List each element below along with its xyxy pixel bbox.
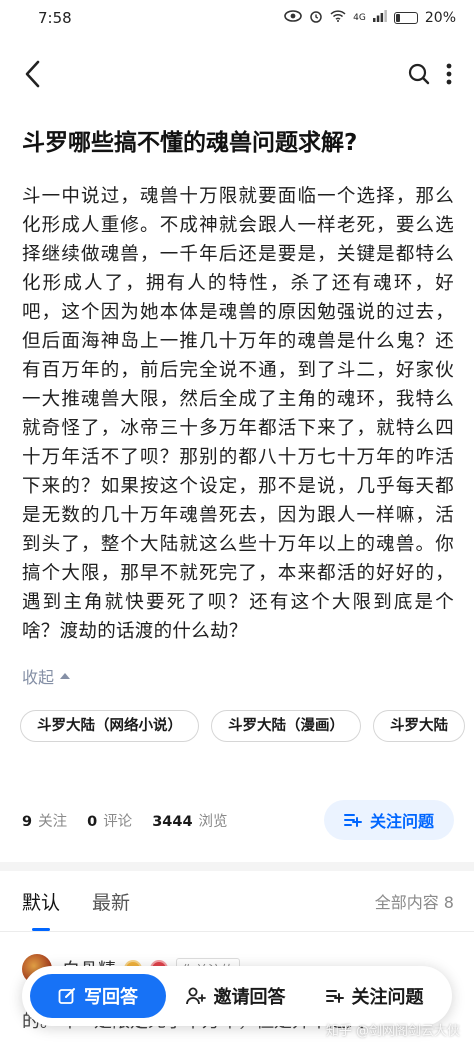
search-button[interactable]	[408, 63, 430, 85]
topic-tags: 斗罗大陆（网络小说） 斗罗大陆（漫画） 斗罗大陆	[0, 688, 474, 742]
write-answer-button[interactable]: 写回答	[30, 974, 166, 1018]
invite-answer-label: 邀请回答	[213, 987, 286, 1008]
follow-question-bottom-button[interactable]: 关注问题	[305, 983, 444, 1009]
question-title: 斗罗哪些搞不懂的魂兽问题求解?	[22, 130, 358, 156]
pencil-square-icon	[58, 988, 75, 1004]
topic-tag[interactable]: 斗罗大陆（漫画）	[211, 710, 361, 742]
chevron-left-icon	[25, 60, 40, 88]
wifi-icon	[330, 10, 346, 26]
status-time: 7:58	[38, 9, 72, 27]
alarm-icon	[309, 9, 323, 27]
divider	[0, 931, 474, 932]
followers-label: 关注	[38, 813, 68, 830]
invite-answer-button[interactable]: 邀请回答	[166, 983, 305, 1009]
nav-actions	[408, 63, 452, 85]
views-label: 浏览	[198, 813, 228, 830]
views-count: 3444	[152, 813, 193, 830]
network-type: 4G	[353, 13, 366, 23]
topic-tag[interactable]: 斗罗大陆（网络小说）	[20, 710, 199, 742]
section-divider	[0, 862, 474, 871]
status-icons: 4G 20%	[284, 9, 456, 27]
follow-question-label: 关注问题	[369, 812, 434, 831]
answer-sort-bar: 默认 最新 全部内容 8	[0, 871, 474, 931]
followers-stat: 9 关注	[22, 810, 67, 831]
all-content-count[interactable]: 全部内容 8	[375, 889, 454, 913]
status-bar: 7:58 4G 20%	[0, 0, 474, 36]
more-vertical-icon	[446, 63, 452, 85]
follow-list-icon	[325, 990, 344, 1003]
topic-tag[interactable]: 斗罗大陆	[373, 710, 465, 742]
follow-question-bottom-label: 关注问题	[351, 987, 424, 1008]
collapse-label: 收起	[22, 668, 55, 687]
collapse-button[interactable]: 收起	[22, 664, 71, 688]
question-stats: 9 关注 0 评论 3444 浏览	[22, 810, 228, 831]
back-button[interactable]	[24, 60, 40, 88]
tab-default[interactable]: 默认	[22, 888, 60, 915]
follow-question-button[interactable]: 关注问题	[323, 800, 454, 840]
eye-icon	[284, 10, 302, 26]
question-stats-row: 9 关注 0 评论 3444 浏览 关注问题	[0, 800, 474, 840]
bottom-action-bar: 写回答 邀请回答 关注问题	[22, 966, 452, 1026]
battery-fill	[395, 14, 400, 22]
signal-icon	[372, 10, 387, 26]
top-nav	[0, 36, 474, 112]
search-icon	[408, 63, 430, 85]
comments-stat[interactable]: 0 评论	[87, 810, 132, 831]
person-add-icon	[185, 987, 206, 1005]
follow-list-icon	[343, 814, 362, 827]
question-page: 7:58 4G 20% 斗罗哪些搞不懂的魂兽问题求解? 斗一中说过，魂兽十万限就…	[0, 0, 474, 1053]
comments-label: 评论	[103, 813, 133, 830]
watermark: 知乎 @剑网阁剑云大侠	[325, 1024, 460, 1039]
comments-count: 0	[87, 813, 98, 830]
caret-up-icon	[60, 673, 71, 679]
more-button[interactable]	[446, 63, 452, 85]
write-answer-label: 写回答	[84, 987, 138, 1008]
battery-icon	[393, 12, 418, 24]
battery-percent: 20%	[424, 10, 456, 26]
tab-latest[interactable]: 最新	[92, 888, 130, 915]
views-stat: 3444 浏览	[152, 810, 227, 831]
followers-count: 9	[22, 813, 33, 830]
question-body: 斗一中说过，魂兽十万限就要面临一个选择，那么化形成人重修。不成神就会跟人一样老死…	[22, 186, 454, 642]
